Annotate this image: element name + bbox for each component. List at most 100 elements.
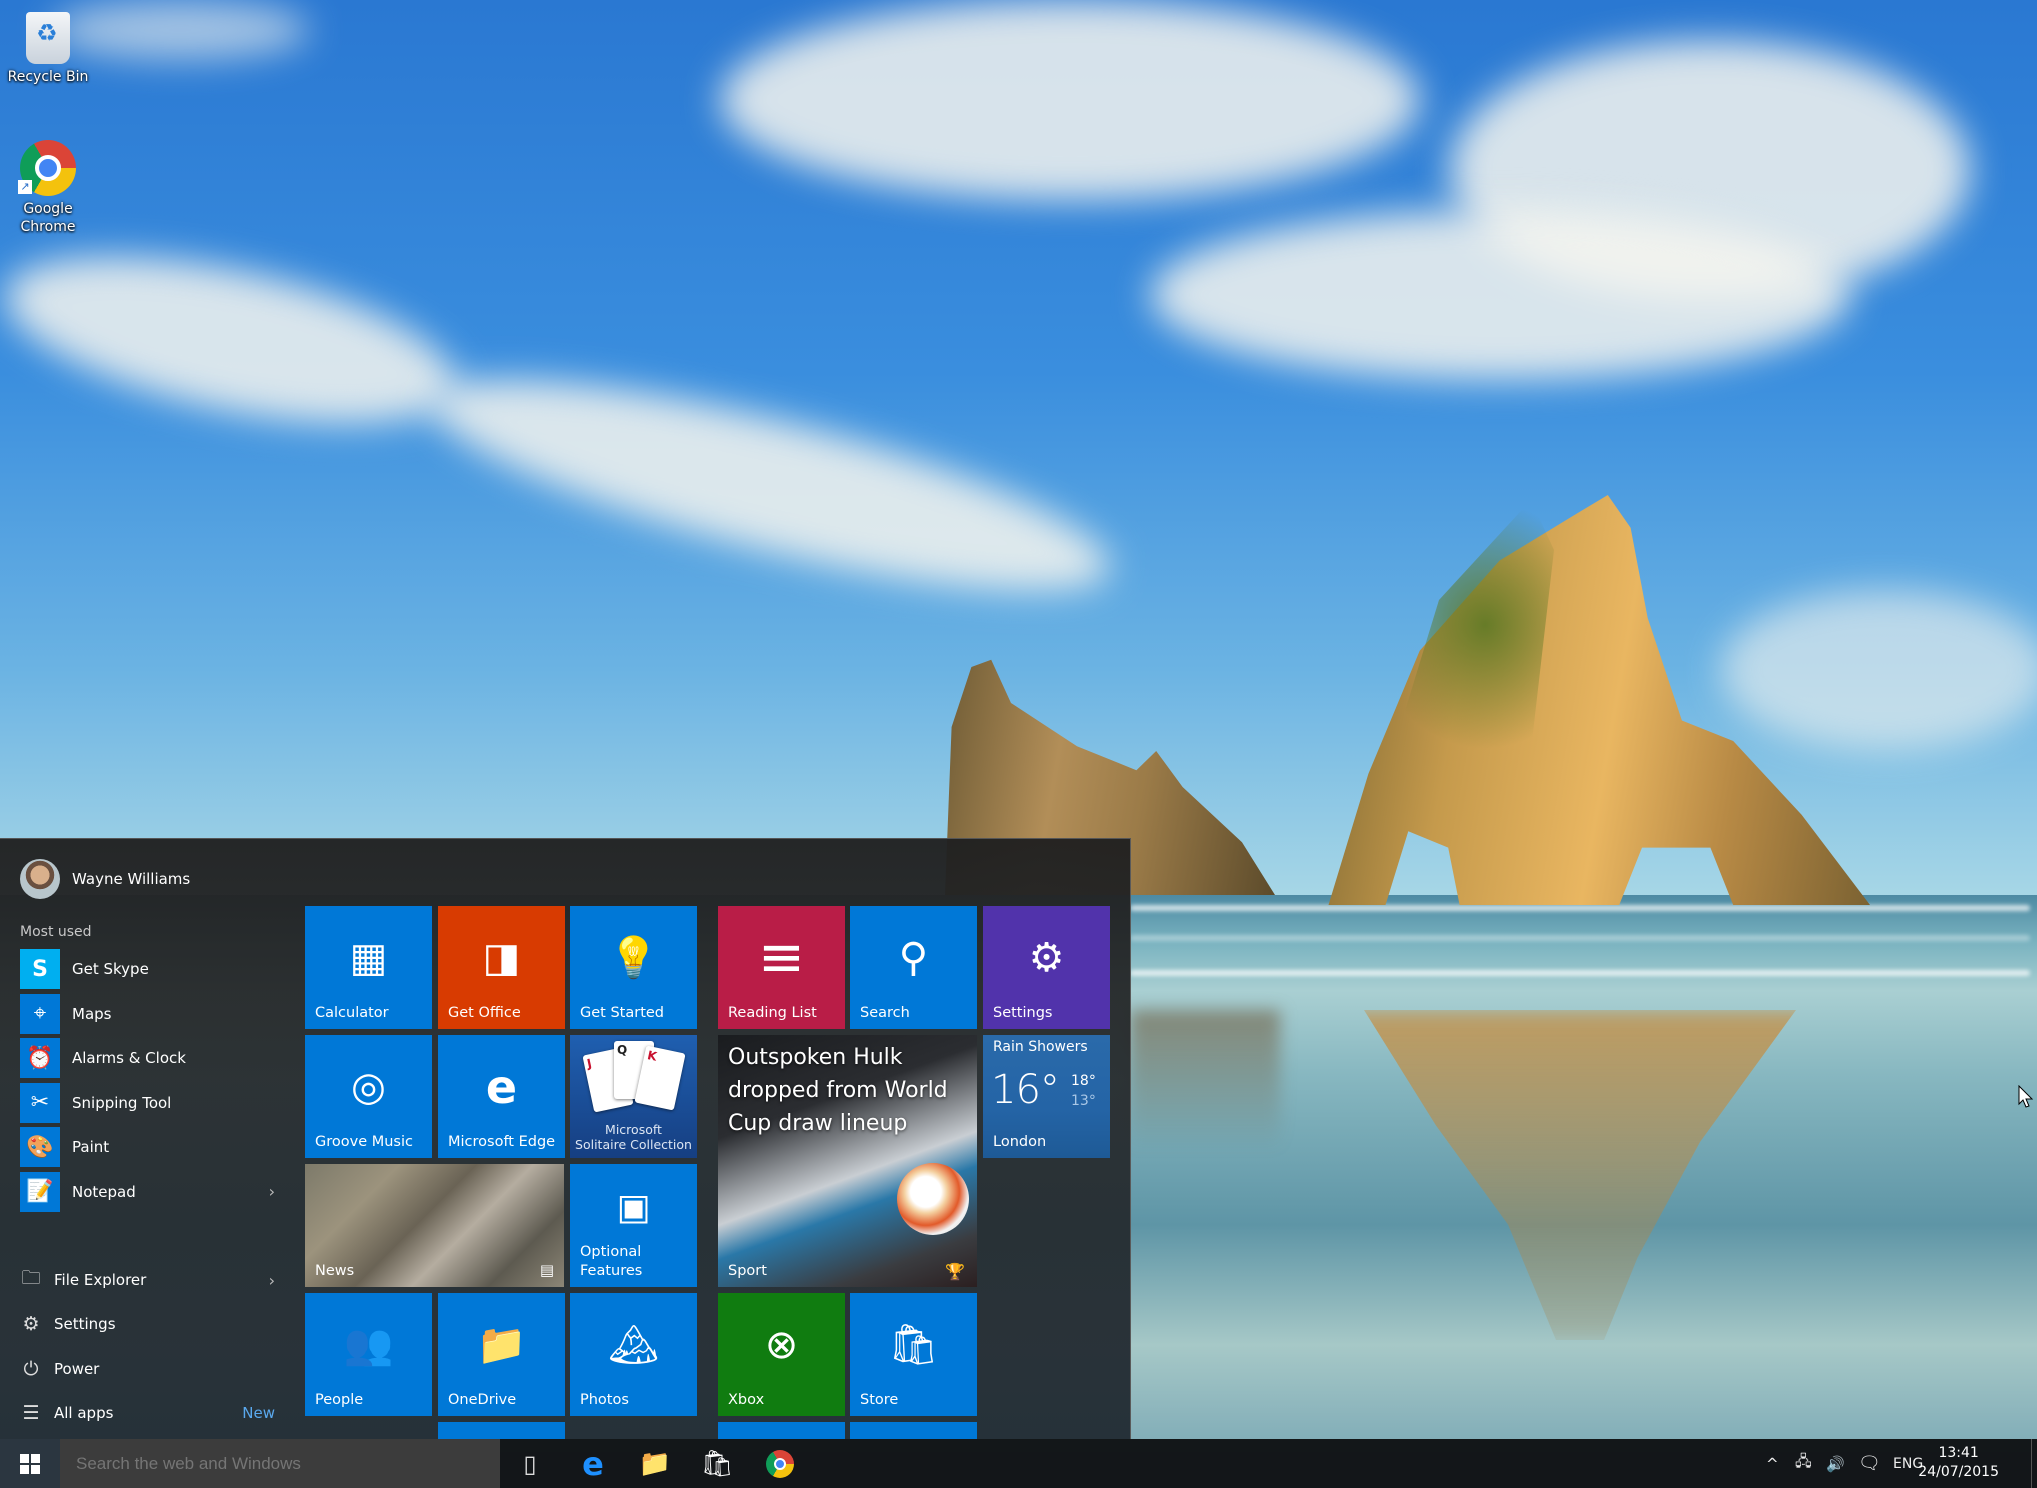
calculator-icon: ▦ (349, 935, 388, 981)
search-input[interactable] (60, 1439, 500, 1488)
new-badge: New (242, 1404, 275, 1422)
desktop-icon-google-chrome[interactable]: Google Chrome (0, 140, 96, 236)
shortcut-arrow-icon: ↗ (18, 180, 32, 194)
tile-label: Photos (580, 1392, 629, 1408)
alarm-clock-icon: ⏰ (20, 1038, 60, 1079)
file-explorer-label: File Explorer (54, 1271, 147, 1289)
show-desktop-button[interactable] (2031, 1439, 2037, 1488)
tile-search[interactable]: ⚲ Search (850, 906, 977, 1029)
wave (1130, 935, 2030, 941)
tile-optional-features[interactable]: ▣ Optional Features (570, 1164, 697, 1287)
file-explorer-icon[interactable]: 📁 (626, 1439, 684, 1488)
tile-reading-list[interactable]: ≡ Reading List (718, 906, 845, 1029)
store-icon[interactable]: 🛍 (688, 1439, 746, 1488)
tile-label-line: Features (580, 1263, 643, 1279)
tile-settings[interactable]: ⚙ Settings (983, 906, 1110, 1029)
tile-store[interactable]: 🛍 Store (850, 1293, 977, 1416)
tile-get-started[interactable]: 💡 Get Started (570, 906, 697, 1029)
app-label: Maps (72, 1004, 112, 1023)
sport-headline: Outspoken Hulk dropped from World Cup dr… (728, 1045, 948, 1136)
windows-logo-icon (20, 1453, 40, 1474)
tile-microsoft-edge[interactable]: e Microsoft Edge (438, 1035, 565, 1158)
tile-label-line: Optional (580, 1244, 642, 1260)
taskbar: ▯ e 📁 🛍 ^ 🖧 🔊 🗨 ENG 13:41 24/07/2015 (0, 1439, 2037, 1488)
skype-icon: S (20, 949, 60, 990)
all-apps-button[interactable]: ☰ All apps New (20, 1391, 275, 1435)
tile-label: Settings (993, 1005, 1053, 1021)
power-button[interactable]: ⏻ Power (20, 1347, 275, 1391)
paint-palette-icon: 🎨 (20, 1127, 60, 1168)
file-explorer-button[interactable]: 🗀 File Explorer › (20, 1258, 275, 1302)
tile-label: Get Started (580, 1005, 664, 1021)
tile-label-line: Microsoft (605, 1122, 662, 1137)
app-label: Paint (72, 1138, 110, 1157)
most-used-list: S Get Skype ⌖ Maps ⏰ Alarms & Clock ✂ Sn… (20, 947, 275, 1214)
desktop-icon-recycle-bin[interactable]: Recycle Bin (0, 6, 96, 86)
action-center-icon[interactable]: 🗨 (1858, 1439, 1881, 1488)
cloud (1720, 590, 2037, 750)
tile-label: Store (860, 1392, 899, 1408)
rock-reflection (1130, 1010, 1280, 1150)
avatar (20, 859, 60, 899)
tile-calculator[interactable]: ▦ Calculator (305, 906, 432, 1029)
tile-label: Microsoft Edge (448, 1134, 556, 1150)
app-label: Snipping Tool (72, 1093, 172, 1112)
wave (1130, 905, 2030, 911)
chevron-right-icon[interactable]: › (269, 1271, 275, 1290)
tile-label-line: Solitaire Collection (575, 1137, 692, 1152)
tile-get-office[interactable]: ◨ Get Office (438, 906, 565, 1029)
weather-temperature: 16° (991, 1067, 1060, 1113)
folder-icon: 🗀 (21, 1267, 41, 1289)
wave (1130, 970, 2030, 976)
chrome-icon[interactable] (751, 1439, 809, 1488)
tile-weather[interactable]: Rain Showers 16° 18° 13° London (983, 1035, 1110, 1158)
app-snipping-tool[interactable]: ✂ Snipping Tool (20, 1081, 275, 1126)
tile-partial[interactable] (850, 1422, 977, 1439)
tile-partial[interactable] (718, 1422, 845, 1439)
tile-partial[interactable] (438, 1422, 565, 1439)
tile-label: Calculator (315, 1005, 389, 1021)
desktop-icon-label: Google Chrome (20, 201, 76, 235)
notepad-icon: 📝 (20, 1171, 60, 1212)
tile-solitaire[interactable]: J Q K Microsoft Solitaire Collection (570, 1035, 697, 1158)
clock-date: 24/07/2015 (1918, 1464, 1999, 1480)
tile-onedrive[interactable]: 📁 OneDrive (438, 1293, 565, 1416)
tile-label: Optional Features (580, 1243, 642, 1281)
cloud (414, 337, 1126, 633)
gear-icon: ⚙ (1028, 935, 1065, 981)
task-view-icon[interactable]: ▯ (501, 1439, 559, 1488)
edge-icon[interactable]: e (564, 1439, 622, 1488)
tile-label: Xbox (728, 1392, 765, 1408)
optional-features-icon: ▣ (616, 1187, 651, 1228)
app-maps[interactable]: ⌖ Maps (20, 992, 275, 1037)
tile-label: Sport (728, 1263, 767, 1279)
network-icon[interactable]: 🖧 (1795, 1439, 1812, 1488)
app-paint[interactable]: 🎨 Paint (20, 1125, 275, 1170)
tile-sport[interactable]: Outspoken Hulk dropped from World Cup dr… (718, 1035, 977, 1287)
tile-groove-music[interactable]: ◎ Groove Music (305, 1035, 432, 1158)
tile-photos[interactable]: 🏔 Photos (570, 1293, 697, 1416)
tile-label: People (315, 1392, 364, 1408)
lightbulb-icon: 💡 (608, 935, 659, 981)
app-get-skype[interactable]: S Get Skype (20, 947, 275, 992)
chevron-right-icon[interactable]: › (269, 1182, 275, 1201)
xbox-icon: ⊗ (764, 1322, 799, 1368)
tile-label: News (315, 1263, 355, 1279)
start-button[interactable] (0, 1439, 60, 1488)
clock[interactable]: 13:41 24/07/2015 (1918, 1444, 1999, 1482)
tile-news[interactable]: News ▤ (305, 1164, 564, 1287)
settings-button[interactable]: ⚙ Settings (20, 1302, 275, 1346)
app-notepad[interactable]: 📝 Notepad › (20, 1170, 275, 1215)
tile-people[interactable]: 👥 People (305, 1293, 432, 1416)
user-account[interactable]: Wayne Williams (20, 859, 190, 899)
app-alarms-clock[interactable]: ⏰ Alarms & Clock (20, 1036, 275, 1081)
news-icon: ▤ (539, 1261, 554, 1279)
show-hidden-icons-button[interactable]: ^ (1766, 1439, 1779, 1488)
photos-icon: 🏔 (608, 1322, 659, 1368)
volume-icon[interactable]: 🔊 (1826, 1439, 1845, 1488)
mouse-cursor-icon (2018, 1085, 2034, 1108)
search-icon: ⚲ (898, 935, 929, 981)
power-icon: ⏻ (23, 1358, 39, 1380)
tile-xbox[interactable]: ⊗ Xbox (718, 1293, 845, 1416)
settings-label: Settings (54, 1315, 116, 1333)
